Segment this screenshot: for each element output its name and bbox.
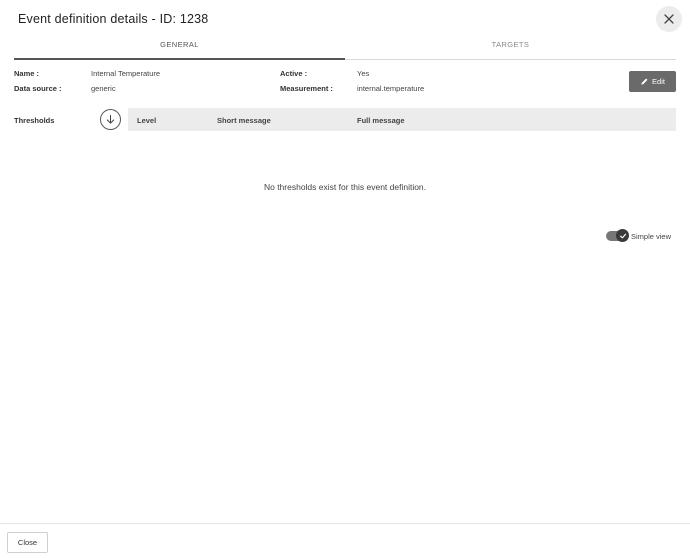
close-icon: [664, 14, 674, 24]
measurement-label: Measurement :: [280, 84, 333, 93]
tab-general[interactable]: GENERAL: [14, 38, 345, 60]
close-dialog-button[interactable]: [656, 6, 682, 32]
active-label: Active :: [280, 69, 308, 78]
check-icon: [619, 233, 626, 238]
thresholds-sort-button[interactable]: [100, 109, 121, 130]
empty-thresholds-message: No thresholds exist for this event defin…: [263, 182, 427, 192]
edit-button-label: Edit: [652, 77, 665, 86]
data-source-label: Data source :: [14, 84, 62, 93]
column-level: Level: [137, 116, 157, 125]
dialog-header: Event definition details - ID: 1238: [0, 0, 690, 36]
data-source-value: generic: [91, 84, 116, 93]
dialog-footer: Close: [0, 523, 690, 559]
simple-view-label: Simple view: [631, 231, 672, 241]
measurement-value: internal.temperature: [357, 84, 425, 93]
simple-view-toggle[interactable]: Simple view: [606, 229, 671, 243]
thresholds-label: Thresholds: [14, 116, 55, 125]
column-short-message: Short message: [217, 116, 271, 125]
name-value: Internal Temperature: [91, 69, 161, 78]
tab-targets[interactable]: TARGETS: [345, 38, 676, 60]
dialog-title: Event definition details - ID: 1238: [18, 12, 209, 26]
toggle-knob[interactable]: [616, 229, 629, 242]
active-tab-indicator: [14, 58, 345, 60]
name-label: Name :: [14, 69, 40, 78]
thresholds-table-header: Level Short message Full message: [128, 108, 676, 131]
active-value: Yes: [357, 69, 370, 78]
edit-button[interactable]: Edit: [629, 71, 676, 92]
pencil-icon: [641, 78, 648, 85]
close-button[interactable]: Close: [7, 532, 48, 553]
toggle-track[interactable]: [606, 229, 629, 242]
tab-bar: GENERAL TARGETS: [14, 38, 676, 60]
column-full-message: Full message: [357, 116, 405, 125]
arrow-down-icon: [106, 114, 115, 124]
